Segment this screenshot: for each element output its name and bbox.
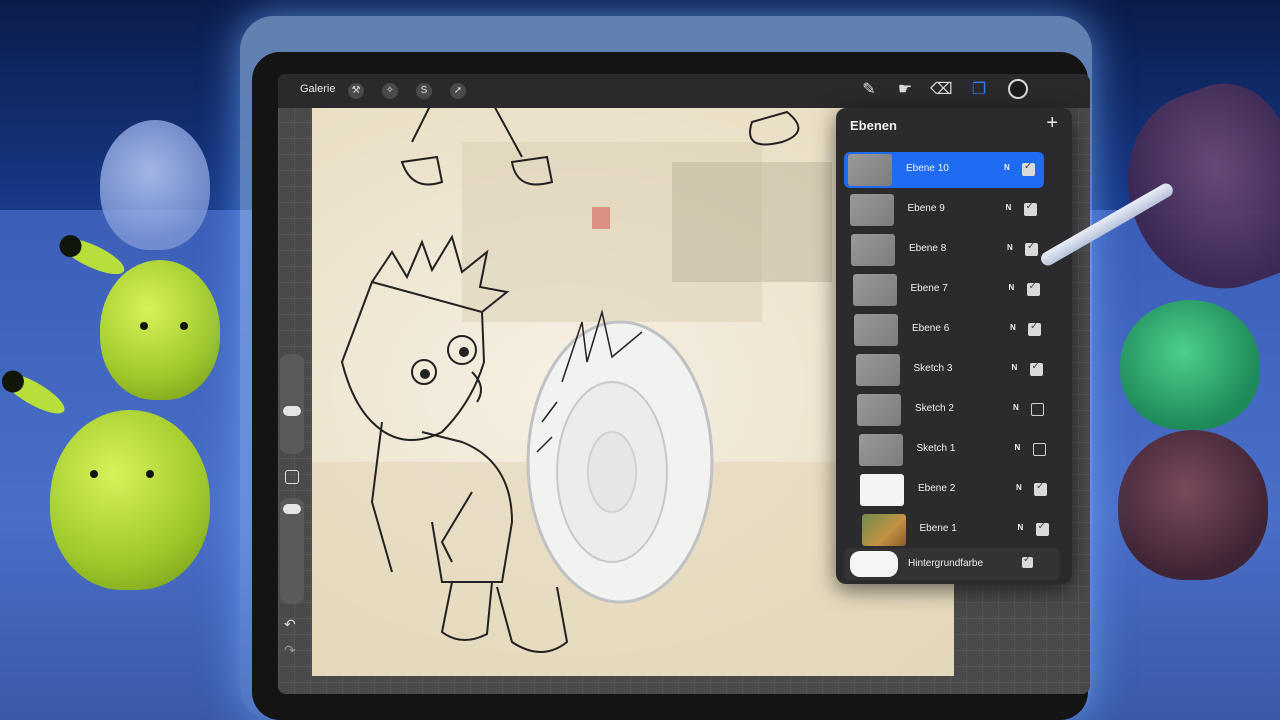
toy-charmander	[1118, 430, 1268, 580]
toy-ghost	[100, 120, 210, 250]
smudge-icon[interactable]: ☛	[894, 79, 916, 101]
layer-name: Ebene 2	[918, 483, 956, 494]
blend-mode-button[interactable]: N	[1009, 283, 1015, 292]
layers-icon[interactable]: ❐	[968, 79, 990, 101]
layer-name: Ebene 8	[909, 243, 947, 254]
brush-size-slider[interactable]	[280, 354, 304, 454]
brush-size-knob[interactable]	[283, 406, 301, 416]
layer-thumbnail[interactable]	[851, 234, 895, 266]
blend-mode-button[interactable]: N	[1004, 163, 1010, 172]
layer-row[interactable]: Ebene 1 N	[858, 512, 1058, 548]
layer-visibility-checkbox[interactable]	[1029, 361, 1043, 376]
layer-thumbnail[interactable]	[848, 154, 892, 186]
blend-mode-button[interactable]: N	[1012, 363, 1018, 372]
blend-mode-button[interactable]: N	[1006, 203, 1012, 212]
layer-name: Sketch 1	[916, 443, 956, 454]
opacity-slider[interactable]	[280, 498, 304, 604]
top-toolbar: Galerie ⚒ ✧ S ➚ ✎ ☛ ⌫ ❐	[278, 74, 1090, 108]
layer-row[interactable]: Sketch 2 N	[853, 392, 1053, 428]
layer-row[interactable]: Ebene 8 N	[847, 232, 1047, 268]
undo-button[interactable]: ↶	[284, 616, 296, 633]
layer-name: Sketch 2	[915, 403, 954, 414]
redo-button[interactable]: ↷	[284, 642, 296, 659]
layer-thumbnail[interactable]	[849, 194, 894, 226]
background-color-label: Hintergrundfarbe	[908, 558, 984, 569]
layer-row[interactable]: Ebene 6 N	[850, 312, 1050, 348]
layer-name: Ebene 7	[910, 283, 948, 294]
arrow-transform-icon[interactable]: ➚	[450, 83, 466, 99]
add-layer-button[interactable]: +	[1046, 112, 1058, 135]
blend-mode-button[interactable]: N	[1007, 243, 1013, 252]
layer-visibility-checkbox[interactable]	[1023, 201, 1037, 216]
layer-visibility-checkbox[interactable]	[1022, 161, 1035, 176]
layer-thumbnail[interactable]	[860, 474, 904, 506]
magic-wand-icon[interactable]: ✧	[382, 83, 398, 99]
blend-mode-button[interactable]: N	[1015, 443, 1021, 452]
selection-s-icon[interactable]: S	[416, 83, 432, 99]
layer-visibility-checkbox[interactable]	[1028, 321, 1041, 336]
layer-thumbnail[interactable]	[858, 434, 903, 466]
layer-row[interactable]: Ebene 9 N	[846, 192, 1046, 228]
layer-visibility-checkbox[interactable]	[1031, 403, 1044, 416]
color-picker-icon[interactable]	[1008, 79, 1028, 99]
blend-mode-button[interactable]: N	[1010, 323, 1016, 332]
background-visibility-checkbox[interactable]	[1022, 554, 1033, 568]
layer-name: Ebene 10	[906, 163, 949, 174]
layer-visibility-checkbox[interactable]	[1034, 481, 1047, 496]
layer-row[interactable]: Ebene 2 N	[856, 472, 1056, 508]
layers-panel-title: Ebenen	[850, 118, 897, 133]
eraser-icon[interactable]: ⌫	[930, 79, 953, 101]
layer-row[interactable]: Sketch 1 N	[855, 432, 1055, 468]
background-color-swatch[interactable]	[850, 551, 898, 577]
opacity-knob[interactable]	[283, 504, 301, 514]
left-sidebar: ↶ ↷	[280, 354, 304, 684]
procreate-screen: Galerie ⚒ ✧ S ➚ ✎ ☛ ⌫ ❐ ↶ ↷ Ebenen + Ebe…	[278, 74, 1090, 694]
toy-pikachu-back	[55, 231, 220, 400]
toy-bulbasaur	[1120, 300, 1260, 430]
layer-name: Sketch 3	[913, 363, 953, 374]
blend-mode-button[interactable]: N	[1013, 403, 1019, 412]
layers-panel: Ebenen + Ebene 10NEbene 9NEbene 8NEbene …	[836, 108, 1072, 584]
wrench-icon[interactable]: ⚒	[348, 83, 364, 99]
layer-thumbnail[interactable]	[861, 514, 906, 546]
layer-name: Ebene 6	[912, 323, 950, 334]
modify-button[interactable]	[285, 470, 299, 484]
layer-row[interactable]: Ebene 7 N	[849, 272, 1049, 308]
background-color-row[interactable]: Hintergrundfarbe	[844, 548, 1060, 580]
blend-mode-button[interactable]: N	[1018, 523, 1024, 532]
layer-name: Ebene 1	[919, 523, 957, 534]
toy-pikachu-front	[0, 366, 210, 590]
layer-thumbnail[interactable]	[852, 274, 897, 306]
brush-icon[interactable]: ✎	[858, 79, 880, 101]
layer-visibility-checkbox[interactable]	[1032, 443, 1046, 456]
layer-thumbnail[interactable]	[854, 314, 898, 346]
blend-mode-button[interactable]: N	[1016, 483, 1022, 492]
layer-visibility-checkbox[interactable]	[1025, 241, 1038, 256]
layer-name: Ebene 9	[907, 203, 945, 214]
layer-row[interactable]: Ebene 10 N	[844, 152, 1044, 188]
layer-visibility-checkbox[interactable]	[1035, 521, 1049, 536]
layer-thumbnail[interactable]	[855, 354, 900, 386]
gallery-button[interactable]: Galerie	[300, 83, 335, 95]
layer-thumbnail[interactable]	[857, 394, 901, 426]
layer-visibility-checkbox[interactable]	[1026, 281, 1040, 296]
layer-row[interactable]: Sketch 3 N	[852, 352, 1052, 388]
